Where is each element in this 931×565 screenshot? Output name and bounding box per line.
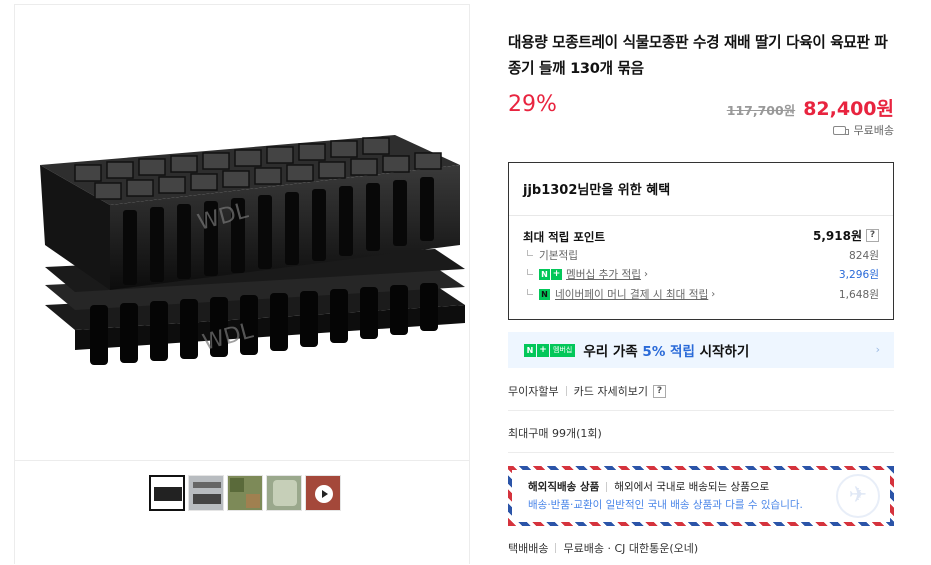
thumbnail-video[interactable] — [305, 475, 341, 511]
seedling-tray-image: WDL WDL — [40, 135, 465, 365]
discount-rate: 29% — [508, 92, 557, 117]
point-row-value: 3,296원 — [838, 268, 879, 281]
delivery-detail: 무료배송 · CJ 대한통운(오네) — [563, 542, 699, 555]
card-detail-link[interactable]: 카드 자세히보기 — [574, 383, 648, 399]
installment-row: 무이자할부 카드 자세히보기 ? — [508, 383, 666, 399]
max-purchase: 최대구매 99개(1회) — [508, 427, 602, 440]
original-price: 117,700원 — [726, 103, 796, 118]
product-main-image[interactable]: WDL WDL — [15, 5, 469, 461]
thumbnail-strip — [149, 475, 341, 511]
separator — [606, 481, 608, 492]
delivery-info: 택배배송 무료배송 · CJ 대한통운(오네) — [508, 540, 698, 556]
point-row-value: 824원 — [849, 249, 879, 262]
free-shipping-badge: 무료배송 — [832, 122, 894, 138]
overseas-title-desc: 해외에서 국내로 배송되는 상품으로 — [614, 481, 770, 493]
branch-icon — [527, 269, 533, 275]
chevron-right-icon: › — [711, 288, 716, 300]
divider — [508, 452, 894, 453]
branch-icon — [527, 250, 533, 256]
overseas-title-row: 해외직배송 상품 해외에서 국내로 배송되는 상품으로 — [528, 479, 769, 494]
help-icon[interactable]: ? — [652, 384, 666, 398]
play-icon — [315, 485, 333, 503]
product-gallery: WDL WDL — [14, 4, 470, 564]
thumbnail-1[interactable] — [149, 475, 185, 511]
divider — [509, 215, 893, 216]
truck-icon — [832, 125, 849, 135]
membership-banner-text: 우리 가족 5% 적립 시작하기 — [583, 344, 750, 360]
naver-plus-icon: N + — [539, 268, 562, 280]
thumbnail-2[interactable] — [188, 475, 224, 511]
separator — [565, 386, 567, 396]
installment-label: 무이자할부 — [508, 385, 559, 398]
point-row-value: 1,648원 — [838, 288, 879, 301]
help-icon[interactable]: ? — [866, 229, 879, 242]
divider — [508, 410, 894, 411]
max-point-total: 5,918원 ? — [813, 227, 879, 244]
chevron-right-icon: › — [875, 343, 880, 356]
airplane-stamp-icon: ✈ — [836, 474, 880, 518]
point-row-label: 기본적립 — [539, 249, 578, 262]
overseas-desc: 배송·반품·교환이 일반적인 국내 배송 상품과 다를 수 있습니다. — [528, 499, 803, 511]
point-row-membership[interactable]: N + 멤버십 추가 적립 › 3,296원 — [527, 266, 879, 282]
overseas-shipping-notice: 해외직배송 상품 해외에서 국내로 배송되는 상품으로 배송·반품·교환이 일반… — [508, 466, 894, 526]
benefit-title: jjb1302님만을 위한 혜택 — [523, 183, 671, 198]
point-row-npay[interactable]: N 네이버페이 머니 결제 시 최대 적립 › 1,648원 — [527, 286, 879, 302]
free-shipping-label: 무료배송 — [853, 124, 894, 137]
overseas-title: 해외직배송 상품 — [528, 481, 600, 493]
membership-point-link[interactable]: 멤버십 추가 적립 — [566, 267, 641, 282]
max-point-label: 최대 적립 포인트 — [523, 230, 606, 244]
sale-price: 82,400원 — [803, 98, 894, 120]
naver-membership-badge: N + 멤버십 — [524, 343, 576, 357]
npay-point-link[interactable]: 네이버페이 머니 결제 시 최대 적립 — [555, 287, 708, 302]
chevron-right-icon: › — [643, 268, 648, 280]
max-point-value: 5,918원 — [813, 229, 862, 243]
delivery-method: 택배배송 — [508, 542, 549, 555]
naver-pay-icon: N — [539, 288, 550, 300]
separator — [555, 543, 557, 553]
branch-icon — [527, 289, 533, 295]
membership-banner[interactable]: N + 멤버십 우리 가족 5% 적립 시작하기 › — [508, 332, 894, 368]
thumbnail-4[interactable] — [266, 475, 302, 511]
product-title: 대용량 모종트레이 식물모종판 수경 재배 딸기 다육이 육묘판 파종기 들깨 … — [508, 34, 888, 77]
price-row: 117,700원 82,400원 — [727, 94, 894, 121]
member-benefit-box: jjb1302님만을 위한 혜택 최대 적립 포인트 5,918원 ? 기본적립… — [508, 162, 894, 320]
point-row-basic: 기본적립 824원 — [527, 247, 879, 263]
product-info: 대용량 모종트레이 식물모종판 수경 재배 딸기 다육이 육묘판 파종기 들깨 … — [508, 0, 894, 565]
thumbnail-3[interactable] — [227, 475, 263, 511]
